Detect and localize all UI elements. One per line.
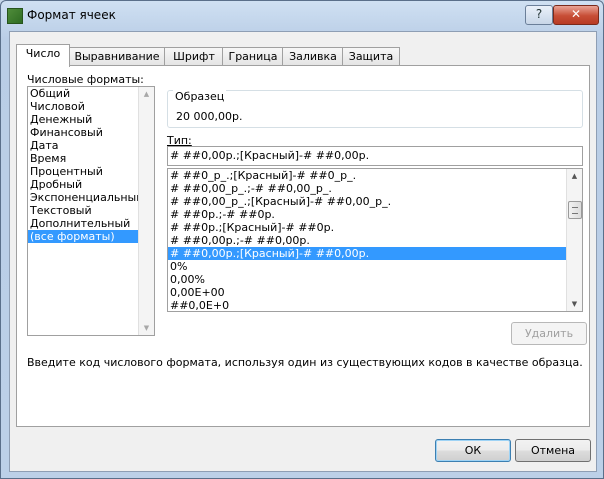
categories-label: Числовые форматы: [27, 73, 144, 86]
dialog-body: Число Выравнивание Шрифт Граница Заливка… [9, 31, 597, 472]
tab-border[interactable]: Граница [222, 47, 284, 66]
format-code-item[interactable]: 0% [168, 260, 582, 273]
format-code-item[interactable]: # ##0,00_р_.;-# ##0,00_р_. [168, 182, 582, 195]
sample-group: Образец 20 000,00р. [167, 90, 583, 128]
format-code-list[interactable]: # ##0_р_.;[Красный]-# ##0_р_. # ##0,00_р_… [167, 168, 583, 312]
scroll-down-arrow-icon[interactable]: ▼ [139, 321, 154, 335]
tab-alignment[interactable]: Выравнивание [68, 47, 166, 66]
scroll-down-arrow-icon[interactable]: ▼ [567, 297, 582, 311]
format-code-item[interactable]: 0,00E+00 [168, 286, 582, 299]
category-item[interactable]: Процентный [28, 165, 154, 178]
tab-font[interactable]: Шрифт [164, 47, 224, 66]
sample-value: 20 000,00р. [176, 110, 243, 123]
excel-app-icon [7, 8, 23, 24]
category-items: Общий Числовой Денежный Финансовый Дата Время… [28, 87, 154, 243]
format-code-item[interactable]: # ##0р.;-# ##0р. [168, 208, 582, 221]
dialog-title: Формат ячеек [27, 8, 116, 22]
type-input[interactable]: # ##0,00р.;[Красный]-# ##0,00р. [167, 146, 583, 166]
number-tab-panel: Числовые форматы: Общий Числовой Денежный Ф… [16, 65, 590, 427]
format-code-item[interactable]: # ##0_р_.;[Красный]-# ##0_р_. [168, 169, 582, 182]
title-bar[interactable]: Формат ячеек ? ✕ [1, 1, 603, 31]
scroll-up-arrow-icon[interactable]: ▲ [567, 169, 582, 183]
tab-number[interactable]: Число [16, 44, 70, 67]
category-item[interactable]: Дробный [28, 178, 154, 191]
category-item[interactable]: Экспоненциальный [28, 191, 154, 204]
scroll-up-arrow-icon[interactable]: ▲ [139, 87, 154, 101]
category-item[interactable]: Дополнительный [28, 217, 154, 230]
category-item[interactable]: Общий [28, 87, 154, 100]
format-list-scrollbar[interactable]: ▲ ▼ [566, 169, 582, 311]
format-code-item[interactable]: 0,00% [168, 273, 582, 286]
tab-protection[interactable]: Защита [342, 47, 400, 66]
format-code-item[interactable]: ##0,0E+0 [168, 299, 582, 311]
category-item[interactable]: Время [28, 152, 154, 165]
scroll-thumb[interactable] [568, 201, 582, 219]
category-item[interactable]: Денежный [28, 113, 154, 126]
format-code-item[interactable]: # ##0,00р.;-# ##0,00р. [168, 234, 582, 247]
format-code-item[interactable]: # ##0р.;[Красный]-# ##0р. [168, 221, 582, 234]
tab-fill[interactable]: Заливка [282, 47, 344, 66]
category-item[interactable]: Текстовый [28, 204, 154, 217]
category-item[interactable]: Финансовый [28, 126, 154, 139]
format-code-item[interactable]: # ##0,00р.;[Красный]-# ##0,00р. [168, 247, 582, 260]
category-item[interactable]: Дата [28, 139, 154, 152]
format-hint-text: Введите код числового формата, используя… [27, 356, 583, 369]
help-button[interactable]: ? [525, 5, 553, 25]
close-button[interactable]: ✕ [553, 5, 599, 25]
category-list[interactable]: Общий Числовой Денежный Финансовый Дата Время… [27, 86, 155, 336]
category-item[interactable]: (все форматы) [28, 230, 154, 243]
delete-button[interactable]: Удалить [511, 322, 587, 345]
format-cells-dialog: Формат ячеек ? ✕ Число Выравнивание Шриф… [0, 0, 604, 479]
ok-button[interactable]: ОК [435, 439, 511, 462]
format-code-items: # ##0_р_.;[Красный]-# ##0_р_. # ##0,00_р_… [168, 169, 582, 311]
cancel-button[interactable]: Отмена [515, 439, 591, 462]
format-code-item[interactable]: # ##0,00_р_.;[Красный]-# ##0,00_р_. [168, 195, 582, 208]
category-item[interactable]: Числовой [28, 100, 154, 113]
category-scrollbar[interactable]: ▲ ▼ [138, 87, 154, 335]
sample-label: Образец [173, 90, 227, 103]
